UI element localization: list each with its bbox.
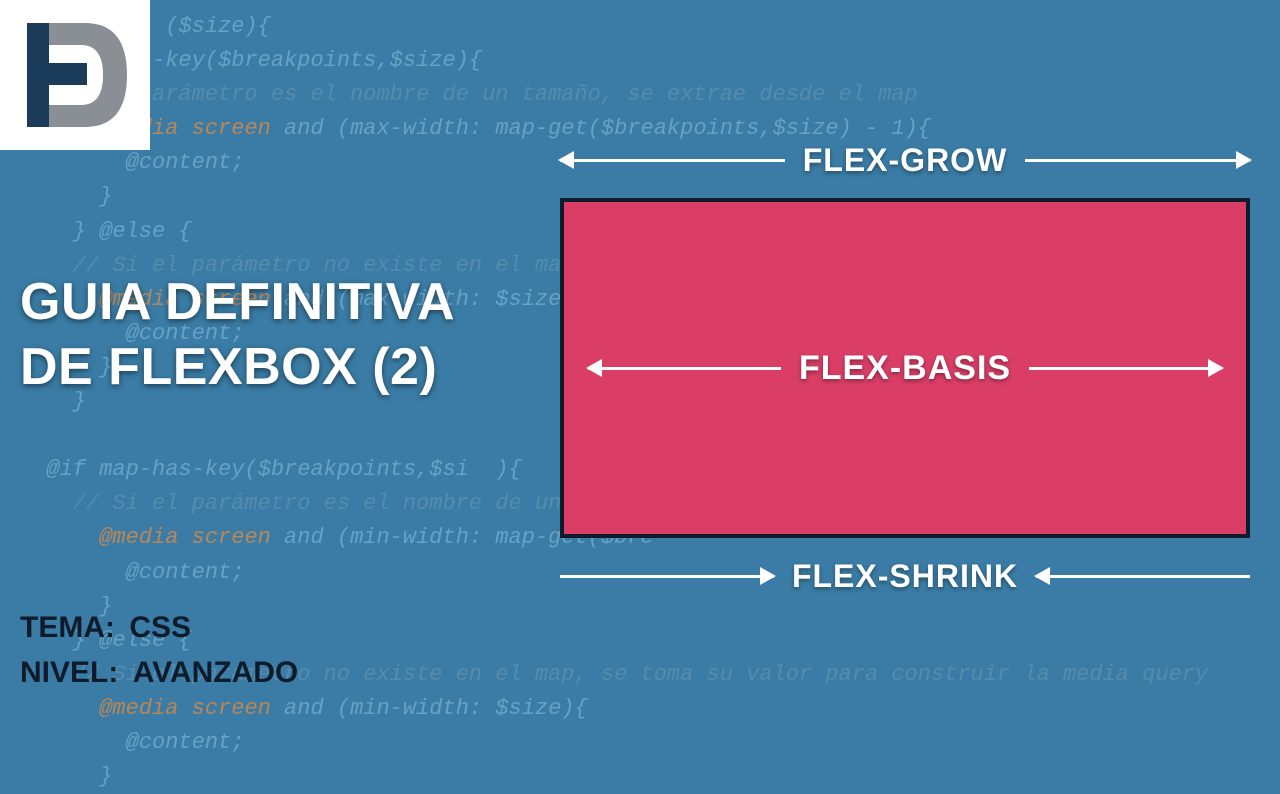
arrow-right-out-icon (1025, 159, 1250, 162)
title-line-1: GUIA DEFINITIVA (20, 270, 455, 335)
flex-basis-box: FLEX-BASIS (560, 198, 1250, 538)
flex-shrink-label: FLEX-SHRINK (792, 558, 1018, 595)
flex-basis-label: FLEX-BASIS (799, 349, 1011, 388)
nivel-value: AVANZADO (133, 656, 299, 689)
tema-value: CSS (129, 611, 191, 644)
logo (0, 0, 150, 150)
tema-label: TEMA: (20, 605, 115, 650)
logo-icon (15, 15, 135, 135)
arrow-left-out-icon (560, 159, 785, 162)
flex-diagram: FLEX-GROW FLEX-BASIS FLEX-SHRINK (560, 130, 1250, 606)
nivel-label: NIVEL: (20, 650, 118, 695)
flex-grow-label: FLEX-GROW (803, 142, 1008, 179)
arrow-right-in-icon (560, 575, 774, 578)
arrow-left-basis-icon (588, 367, 781, 370)
arrow-right-basis-icon (1029, 367, 1222, 370)
main-title: GUIA DEFINITIVA DE FLEXBOX (2) (20, 270, 455, 400)
meta-block: TEMA: CSS NIVEL: AVANZADO (20, 605, 298, 695)
title-line-2: DE FLEXBOX (2) (20, 335, 455, 400)
flex-shrink-row: FLEX-SHRINK (560, 546, 1250, 606)
flex-grow-row: FLEX-GROW (560, 130, 1250, 190)
arrow-left-in-icon (1036, 575, 1250, 578)
